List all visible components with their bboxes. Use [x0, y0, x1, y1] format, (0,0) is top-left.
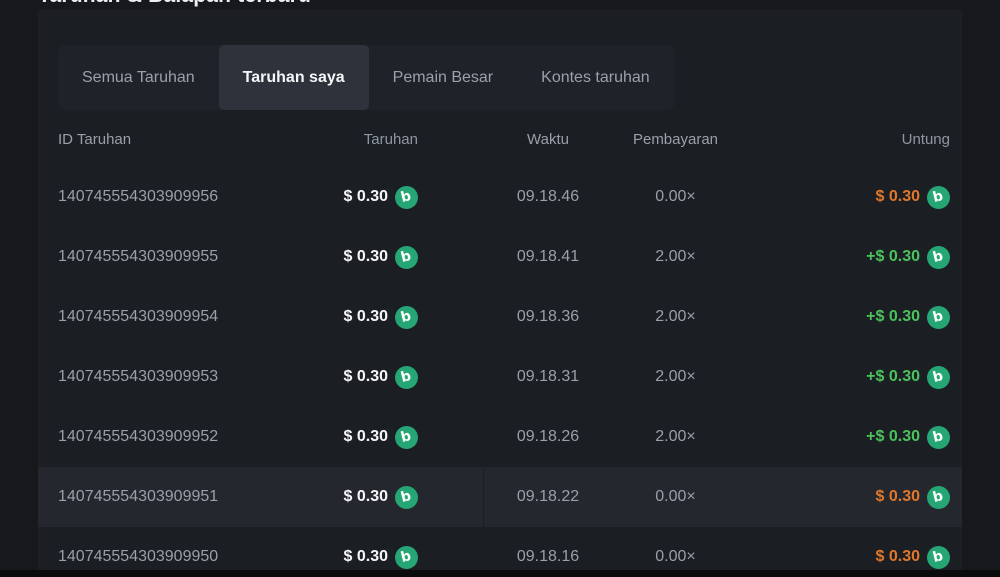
currency-coin-icon: b: [927, 366, 950, 389]
currency-coin-icon: b: [395, 306, 418, 329]
bet-profit: +$ 0.30: [866, 368, 920, 386]
table-row[interactable]: 140745554303909955 $ 0.30 b 09.18.41 2.0…: [38, 227, 962, 287]
tab-semua-taruhan[interactable]: Semua Taruhan: [58, 45, 219, 110]
currency-coin-icon: b: [395, 186, 418, 209]
column-header-payout: Pembayaran: [608, 131, 743, 148]
bet-id: 140745554303909950: [58, 548, 308, 566]
currency-coin-icon: b: [927, 426, 950, 449]
table-row[interactable]: 140745554303909951 $ 0.30 b 09.18.22 0.0…: [38, 467, 962, 527]
bet-time: 09.18.22: [493, 488, 603, 506]
bet-profit-cell: $ 0.30 b: [743, 486, 950, 509]
currency-coin-icon: b: [395, 546, 418, 569]
bet-profit: $ 0.30: [876, 188, 920, 206]
bet-profit-cell: +$ 0.30 b: [743, 306, 950, 329]
bet-id: 140745554303909953: [58, 368, 308, 386]
bet-profit-cell: +$ 0.30 b: [743, 366, 950, 389]
table-header: ID Taruhan Taruhan Waktu Pembayaran Untu…: [38, 122, 962, 156]
currency-coin-icon: b: [927, 186, 950, 209]
tab-pemain-besar[interactable]: Pemain Besar: [369, 45, 518, 110]
bet-amount-cell: $ 0.30 b: [308, 366, 418, 389]
bet-amount: $ 0.30: [344, 368, 388, 386]
bets-panel: Semua Taruhan Taruhan saya Pemain Besar …: [38, 10, 962, 570]
bet-amount-cell: $ 0.30 b: [308, 246, 418, 269]
table-body: 140745554303909956 $ 0.30 b 09.18.46 0.0…: [38, 167, 962, 570]
bet-id: 140745554303909956: [58, 188, 308, 206]
bet-time: 09.18.26: [493, 428, 603, 446]
currency-coin-icon: b: [927, 486, 950, 509]
bet-profit: +$ 0.30: [866, 428, 920, 446]
currency-coin-icon: b: [395, 426, 418, 449]
bet-profit-cell: $ 0.30 b: [743, 546, 950, 569]
bet-amount-cell: $ 0.30 b: [308, 486, 418, 509]
table-row[interactable]: 140745554303909956 $ 0.30 b 09.18.46 0.0…: [38, 167, 962, 227]
currency-coin-icon: b: [927, 306, 950, 329]
bet-payout: 2.00×: [608, 428, 743, 446]
bet-profit: +$ 0.30: [866, 308, 920, 326]
bet-id: 140745554303909954: [58, 308, 308, 326]
tab-kontes-taruhan[interactable]: Kontes taruhan: [517, 45, 674, 110]
bet-amount-cell: $ 0.30 b: [308, 306, 418, 329]
bet-id: 140745554303909952: [58, 428, 308, 446]
column-header-bet: Taruhan: [308, 131, 418, 148]
bet-profit: $ 0.30: [876, 488, 920, 506]
bet-profit: $ 0.30: [876, 548, 920, 566]
currency-coin-icon: b: [395, 486, 418, 509]
bet-amount-cell: $ 0.30 b: [308, 186, 418, 209]
bet-payout: 2.00×: [608, 308, 743, 326]
bet-time: 09.18.36: [493, 308, 603, 326]
currency-coin-icon: b: [395, 366, 418, 389]
bet-payout: 2.00×: [608, 368, 743, 386]
bet-time: 09.18.31: [493, 368, 603, 386]
bet-amount: $ 0.30: [344, 428, 388, 446]
bet-profit-cell: $ 0.30 b: [743, 186, 950, 209]
bet-amount: $ 0.30: [344, 308, 388, 326]
currency-coin-icon: b: [927, 246, 950, 269]
bet-payout: 0.00×: [608, 188, 743, 206]
tab-taruhan-saya[interactable]: Taruhan saya: [219, 45, 369, 110]
column-header-time: Waktu: [493, 131, 603, 148]
bet-id: 140745554303909955: [58, 248, 308, 266]
table-row[interactable]: 140745554303909954 $ 0.30 b 09.18.36 2.0…: [38, 287, 962, 347]
tab-bar: Semua Taruhan Taruhan saya Pemain Besar …: [58, 45, 674, 110]
bet-payout: 0.00×: [608, 548, 743, 566]
bet-time: 09.18.16: [493, 548, 603, 566]
bet-profit-cell: +$ 0.30 b: [743, 246, 950, 269]
bet-payout: 2.00×: [608, 248, 743, 266]
bet-time: 09.18.46: [493, 188, 603, 206]
bet-id: 140745554303909951: [58, 488, 308, 506]
page-title: Taruhan & Balapan terbaru: [38, 0, 311, 8]
bet-amount-cell: $ 0.30 b: [308, 426, 418, 449]
bet-time: 09.18.41: [493, 248, 603, 266]
bet-profit: +$ 0.30: [866, 248, 920, 266]
bottom-strip: [0, 570, 1000, 577]
bet-payout: 0.00×: [608, 488, 743, 506]
bet-amount-cell: $ 0.30 b: [308, 546, 418, 569]
column-header-id: ID Taruhan: [58, 131, 308, 148]
column-header-profit: Untung: [743, 131, 950, 148]
table-row[interactable]: 140745554303909950 $ 0.30 b 09.18.16 0.0…: [38, 527, 962, 570]
table-row[interactable]: 140745554303909953 $ 0.30 b 09.18.31 2.0…: [38, 347, 962, 407]
bet-profit-cell: +$ 0.30 b: [743, 426, 950, 449]
bet-amount: $ 0.30: [344, 248, 388, 266]
bet-amount: $ 0.30: [344, 188, 388, 206]
bet-amount: $ 0.30: [344, 488, 388, 506]
currency-coin-icon: b: [927, 546, 950, 569]
currency-coin-icon: b: [395, 246, 418, 269]
table-row[interactable]: 140745554303909952 $ 0.30 b 09.18.26 2.0…: [38, 407, 962, 467]
bet-amount: $ 0.30: [344, 548, 388, 566]
